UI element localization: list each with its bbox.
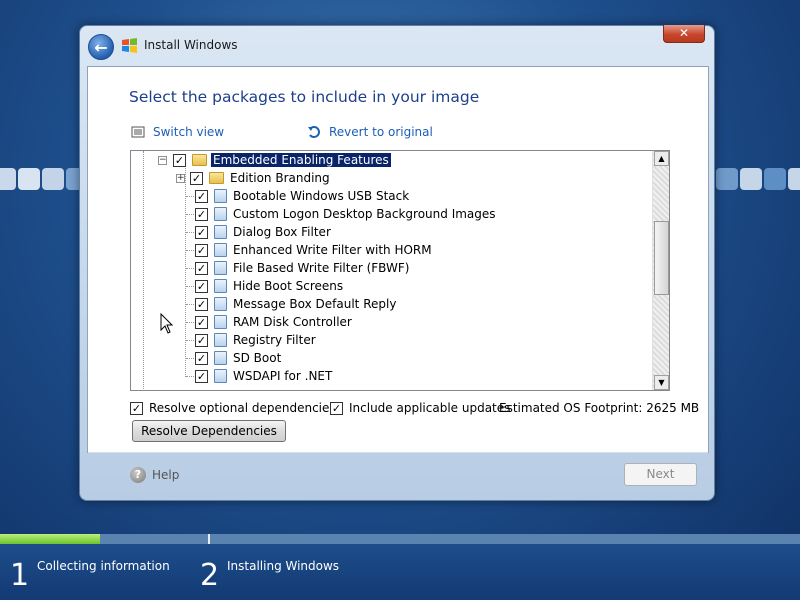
checkbox[interactable]: ✓ xyxy=(195,225,208,239)
tree-item[interactable]: ✓ WSDAPI for .NET xyxy=(186,367,332,385)
tree-item[interactable]: ✓ SD Boot xyxy=(186,349,281,367)
progress-separator xyxy=(208,534,210,544)
checkbox[interactable]: ✓ xyxy=(195,189,208,203)
help-icon: ? xyxy=(130,467,146,483)
package-icon xyxy=(214,333,227,347)
tree-item-label: WSDAPI for .NET xyxy=(233,369,333,383)
tree-item-label: SD Boot xyxy=(233,351,282,365)
tree-item[interactable]: ✓ File Based Write Filter (FBWF) xyxy=(186,259,409,277)
checkbox[interactable]: ✓ xyxy=(195,351,208,365)
resolve-optional-option[interactable]: ✓ Resolve optional dependencies xyxy=(130,401,336,415)
help-label: Help xyxy=(152,468,180,482)
progress-bar xyxy=(0,534,800,544)
list-view-icon xyxy=(131,126,145,138)
tree-item-label: Bootable Windows USB Stack xyxy=(233,189,410,203)
revert-link[interactable]: Revert to original xyxy=(307,125,433,139)
progress-fill xyxy=(0,534,100,544)
tree-item-label: Embedded Enabling Features xyxy=(211,153,391,167)
package-icon xyxy=(214,279,227,293)
scroll-thumb[interactable] xyxy=(654,221,669,295)
button-label: Resolve Dependencies xyxy=(141,424,277,438)
resolve-dependencies-button[interactable]: Resolve Dependencies xyxy=(132,420,286,442)
tree-item[interactable]: ✓ Enhanced Write Filter with HORM xyxy=(186,241,432,259)
package-icon xyxy=(214,207,227,221)
divider xyxy=(88,452,708,453)
mouse-cursor-icon xyxy=(160,313,174,334)
checkbox[interactable]: ✓ xyxy=(173,153,186,167)
tree-item[interactable]: + ✓ Edition Branding xyxy=(176,169,330,187)
option-label: Resolve optional dependencies xyxy=(149,401,336,415)
tree-item-label: Dialog Box Filter xyxy=(233,225,331,239)
package-icon xyxy=(214,369,227,383)
tree-item-label: Message Box Default Reply xyxy=(233,297,397,311)
tree-item[interactable]: ✓ Dialog Box Filter xyxy=(186,223,331,241)
folder-icon xyxy=(192,154,207,166)
checkbox[interactable]: ✓ xyxy=(195,261,208,275)
switch-view-label: Switch view xyxy=(153,125,225,139)
help-link[interactable]: ? Help xyxy=(130,467,179,483)
expand-icon[interactable]: + xyxy=(176,173,185,183)
checkbox[interactable]: ✓ xyxy=(195,369,208,383)
tree-item-label: Custom Logon Desktop Background Images xyxy=(233,207,496,221)
footprint-text: Estimated OS Footprint: 2625 MB xyxy=(499,401,700,415)
back-button[interactable]: ← xyxy=(88,34,114,60)
step-label: Collecting information xyxy=(37,559,170,573)
checkbox[interactable]: ✓ xyxy=(195,243,208,257)
package-icon xyxy=(214,261,227,275)
button-label: Next xyxy=(646,467,675,481)
tree-line xyxy=(143,151,144,390)
package-tree[interactable]: − ✓ Embedded Enabling Features + ✓ Editi… xyxy=(130,150,670,391)
next-button[interactable]: Next xyxy=(624,463,697,486)
back-arrow-icon: ← xyxy=(94,37,108,57)
folder-icon xyxy=(209,172,224,184)
checkbox[interactable]: ✓ xyxy=(330,401,343,415)
scroll-down-icon[interactable]: ▼ xyxy=(654,375,669,390)
checkbox[interactable]: ✓ xyxy=(195,207,208,221)
step-number: 2 xyxy=(200,558,220,593)
checkbox[interactable]: ✓ xyxy=(195,315,208,329)
tree-item[interactable]: ✓ Custom Logon Desktop Background Images xyxy=(186,205,496,223)
package-icon xyxy=(214,225,227,239)
tree-item-label: RAM Disk Controller xyxy=(233,315,352,329)
tree-item-label: Registry Filter xyxy=(233,333,316,347)
tree-item[interactable]: ✓ Message Box Default Reply xyxy=(186,295,396,313)
package-icon xyxy=(214,351,227,365)
switch-view-link[interactable]: Switch view xyxy=(131,125,224,139)
checkbox[interactable]: ✓ xyxy=(195,279,208,293)
checkbox[interactable]: ✓ xyxy=(195,297,208,311)
package-icon xyxy=(214,297,227,311)
package-icon xyxy=(214,189,227,203)
close-icon: ✕ xyxy=(678,26,690,40)
collapse-icon[interactable]: − xyxy=(158,155,167,165)
checkbox[interactable]: ✓ xyxy=(130,401,143,415)
option-label: Include applicable updates xyxy=(349,401,511,415)
tree-item-root[interactable]: − ✓ Embedded Enabling Features xyxy=(158,151,391,169)
tree-item[interactable]: ✓ Bootable Windows USB Stack xyxy=(186,187,409,205)
windows-logo-icon xyxy=(122,38,137,53)
tree-item-label: File Based Write Filter (FBWF) xyxy=(233,261,410,275)
include-updates-option[interactable]: ✓ Include applicable updates xyxy=(330,401,510,415)
checkbox[interactable]: ✓ xyxy=(190,171,203,185)
close-button[interactable]: ✕ xyxy=(663,25,705,43)
tree-item[interactable]: ✓ RAM Disk Controller xyxy=(186,313,352,331)
tree-scrollbar[interactable]: ▲ ▼ xyxy=(652,151,669,390)
step-number: 1 xyxy=(10,558,30,593)
package-icon xyxy=(214,243,227,257)
content-panel: Select the packages to include in your i… xyxy=(87,66,709,486)
revert-label: Revert to original xyxy=(329,125,433,139)
tree-item-label: Edition Branding xyxy=(230,171,330,185)
tree-item-label: Hide Boot Screens xyxy=(233,279,344,293)
window-title: Install Windows xyxy=(144,38,238,52)
page-title: Select the packages to include in your i… xyxy=(129,88,480,106)
undo-arrow-icon xyxy=(308,126,320,138)
scroll-up-icon[interactable]: ▲ xyxy=(654,151,669,166)
install-window: ← Install Windows ✕ Select the packages … xyxy=(79,25,715,501)
tree-item[interactable]: ✓ Registry Filter xyxy=(186,331,316,349)
tree-item[interactable]: ✓ Hide Boot Screens xyxy=(186,277,343,295)
tree-item-label: Enhanced Write Filter with HORM xyxy=(233,243,432,257)
step-label: Installing Windows xyxy=(227,559,340,573)
package-icon xyxy=(214,315,227,329)
checkbox[interactable]: ✓ xyxy=(195,333,208,347)
